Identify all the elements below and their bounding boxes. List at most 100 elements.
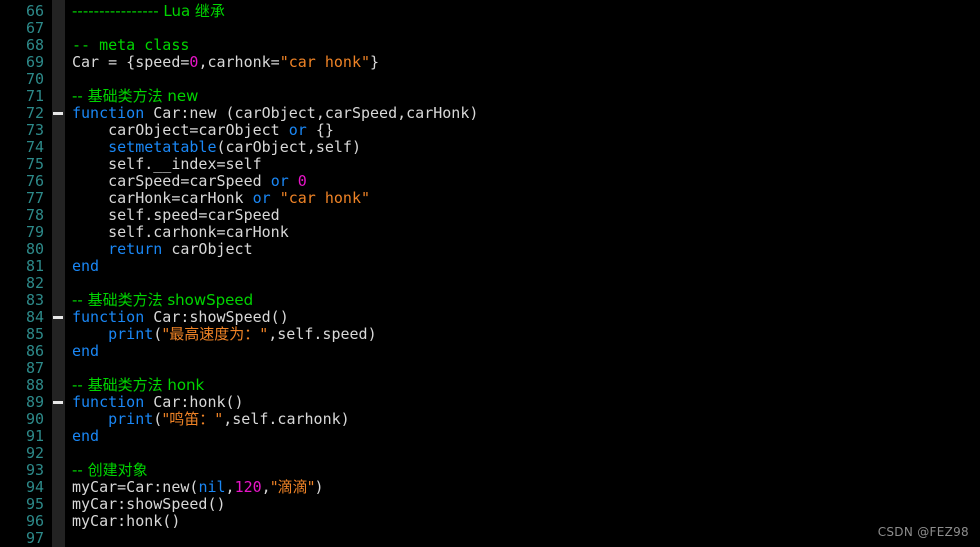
code-line[interactable]: -- 基础类方法 honk [72, 377, 980, 394]
code-token-string: " [259, 325, 269, 343]
code-line[interactable] [72, 530, 980, 547]
code-token-plain: carObject [162, 240, 253, 258]
fold-collapse-icon[interactable] [53, 316, 63, 319]
code-line[interactable] [72, 360, 980, 377]
line-number: 71 [25, 87, 44, 105]
code-line[interactable]: function Car:honk() [72, 394, 980, 411]
fold-cell [52, 445, 65, 462]
code-token-plain: {} [306, 121, 334, 139]
code-line[interactable]: myCar:honk() [72, 513, 980, 530]
fold-cell [52, 360, 65, 377]
code-token-keyword: or [288, 121, 307, 139]
code-line[interactable]: myCar:showSpeed() [72, 496, 980, 513]
code-line[interactable]: -- meta class [72, 37, 980, 54]
fold-cell [52, 71, 65, 88]
fold-toggle[interactable] [52, 105, 65, 122]
code-token-plain: myCar=Car:new( [72, 478, 199, 496]
code-token-keyword: or [270, 172, 289, 190]
code-token-plain: carSpeed=carSpeed [72, 172, 271, 190]
line-number: 97 [25, 529, 44, 547]
code-line[interactable]: Car = {speed=0,carhonk="car honk"} [72, 54, 980, 71]
fold-cell [52, 241, 65, 258]
code-line[interactable]: print("鸣笛：",self.carhonk) [72, 411, 980, 428]
code-token-func: print [108, 325, 154, 343]
code-line[interactable]: carSpeed=carSpeed or 0 [72, 173, 980, 190]
code-token-keyword: end [72, 257, 100, 275]
code-token-plain: ,self.carhonk) [223, 410, 350, 428]
code-token-plain: Car = {speed= [72, 53, 190, 71]
code-token-comment: -- 基础类方法 showSpeed [72, 291, 254, 309]
fold-toggle[interactable] [52, 394, 65, 411]
code-line[interactable]: ---------------- Lua 继承 [72, 3, 980, 20]
code-line[interactable]: carHonk=carHonk or "car honk" [72, 190, 980, 207]
code-token-plain: ) [314, 478, 324, 496]
fold-cell [52, 411, 65, 428]
fold-collapse-icon[interactable] [53, 112, 63, 115]
code-token-plain: , [261, 478, 271, 496]
code-line[interactable]: carObject=carObject or {} [72, 122, 980, 139]
code-line[interactable]: self.carhonk=carHonk [72, 224, 980, 241]
line-number: 86 [25, 342, 44, 360]
line-number: 79 [25, 223, 44, 241]
code-token-plain: myCar:honk() [72, 512, 181, 530]
fold-cell [52, 496, 65, 513]
code-token-plain: self.carhonk=carHonk [72, 223, 289, 241]
line-number-gutter: 66 67 68 69 70 71 72 73 74 75 76 77 78 79 80 81 82 83 84 85… [0, 0, 52, 547]
code-line[interactable]: function Car:showSpeed() [72, 309, 980, 326]
line-number: 95 [25, 495, 44, 513]
code-token-plain: myCar:showSpeed() [72, 495, 226, 513]
code-token-plain: carObject=carObject [72, 121, 289, 139]
code-token-keyword: function [72, 393, 145, 411]
code-token-number: 0 [297, 172, 307, 190]
code-line[interactable]: end [72, 258, 980, 275]
code-line[interactable]: print("最高速度为：",self.speed) [72, 326, 980, 343]
fold-cell [52, 479, 65, 496]
code-line[interactable] [72, 445, 980, 462]
code-line[interactable]: -- 基础类方法 showSpeed [72, 292, 980, 309]
code-line[interactable]: return carObject [72, 241, 980, 258]
line-number: 92 [25, 444, 44, 462]
code-line[interactable]: -- 创建对象 [72, 462, 980, 479]
code-token-keyword: end [72, 427, 100, 445]
line-number: 75 [25, 155, 44, 173]
code-line[interactable] [72, 275, 980, 292]
fold-cell [52, 513, 65, 530]
code-token-func: setmetatable [108, 138, 217, 156]
code-token-string: "car honk" [279, 189, 371, 207]
code-line[interactable]: self.speed=carSpeed [72, 207, 980, 224]
fold-column[interactable] [52, 0, 65, 547]
code-token-string: "最高速度为： [162, 325, 260, 343]
code-token-keyword: function [72, 104, 145, 122]
code-line[interactable]: myCar=Car:new(nil,120,"滴滴") [72, 479, 980, 496]
line-number: 93 [25, 461, 44, 479]
fold-toggle[interactable] [52, 309, 65, 326]
code-line[interactable]: function Car:new (carObject,carSpeed,car… [72, 105, 980, 122]
code-line[interactable]: self.__index=self [72, 156, 980, 173]
code-token-string: " [214, 410, 224, 428]
line-number: 84 [25, 308, 44, 326]
line-number: 66 [25, 2, 44, 20]
code-token-comment: -- meta class [72, 36, 190, 54]
fold-cell [52, 530, 65, 547]
fold-cell [52, 3, 65, 20]
code-token-plain: Car:honk() [144, 393, 244, 411]
code-token-func: print [108, 410, 154, 428]
code-line[interactable]: -- 基础类方法 new [72, 88, 980, 105]
code-token-string: "鸣笛： [162, 410, 215, 428]
line-number: 80 [25, 240, 44, 258]
fold-cell [52, 462, 65, 479]
line-number: 70 [25, 70, 44, 88]
code-line[interactable] [72, 20, 980, 37]
code-line[interactable] [72, 71, 980, 88]
code-line[interactable]: setmetatable(carObject,self) [72, 139, 980, 156]
code-text-area[interactable]: ---------------- Lua 继承 -- meta class Car… [65, 0, 980, 547]
code-line[interactable]: end [72, 428, 980, 445]
code-line[interactable]: end [72, 343, 980, 360]
fold-collapse-icon[interactable] [53, 401, 63, 404]
fold-cell [52, 428, 65, 445]
code-editor[interactable]: 66 67 68 69 70 71 72 73 74 75 76 77 78 79 80 81 82 83 84 85… [0, 0, 980, 547]
code-token-comment: -- 基础类方法 new [72, 87, 199, 105]
code-token-keyword: function [72, 308, 145, 326]
